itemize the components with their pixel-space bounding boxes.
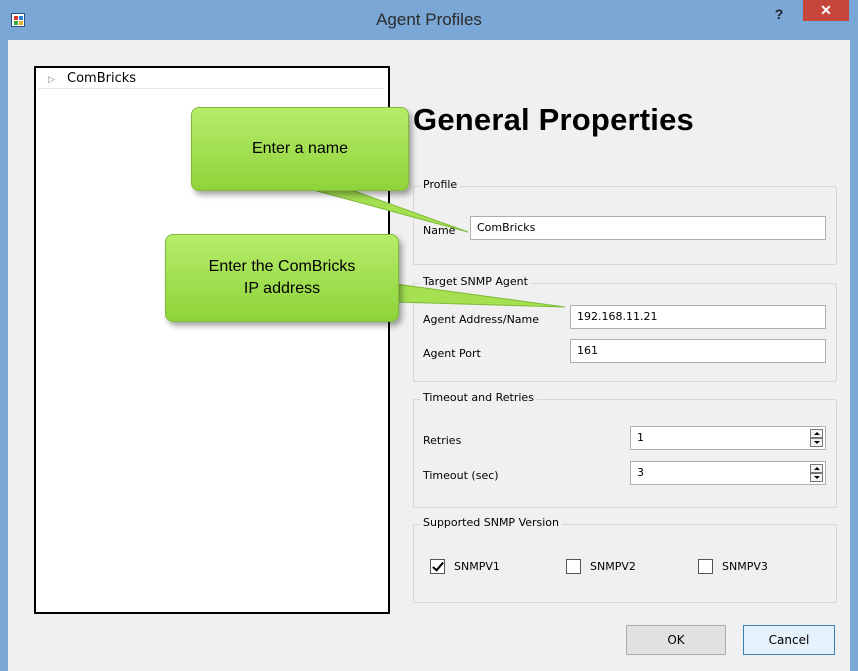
- tree-item-label: ComBricks: [67, 71, 137, 86]
- snmpv3-label: SNMPV3: [722, 560, 768, 573]
- window-title: Agent Profiles: [376, 10, 482, 29]
- agent-address-label: Agent Address/Name: [423, 313, 540, 326]
- name-field[interactable]: ComBricks: [470, 216, 826, 240]
- name-callout-text: Enter a name: [251, 140, 349, 157]
- expand-arrow-icon[interactable]: ▷: [48, 72, 58, 86]
- profile-group: Profile Name ComBricks: [413, 178, 837, 265]
- target-agent-group-title: Target SNMP Agent: [420, 275, 531, 288]
- agent-profiles-window: Agent Profiles ? ✕ ▷ ComBricks General P…: [0, 0, 858, 671]
- retries-value: 1: [637, 431, 644, 444]
- title-bar[interactable]: Agent Profiles ? ✕: [0, 0, 858, 40]
- name-label: Name: [423, 224, 456, 237]
- ip-callout: Enter the ComBricks IP address: [165, 234, 399, 322]
- snmpv1-label: SNMPV1: [454, 560, 500, 573]
- dialog-body: ▷ ComBricks General Properties Profile N…: [8, 40, 850, 671]
- timeout-value: 3: [637, 466, 644, 479]
- tree-item-combricks[interactable]: ▷ ComBricks: [38, 70, 384, 89]
- timeout-increment-icon[interactable]: [810, 464, 823, 473]
- ok-button[interactable]: OK: [626, 625, 726, 655]
- snmpv2-checkbox[interactable]: [566, 559, 581, 574]
- timeout-decrement-icon[interactable]: [810, 473, 823, 482]
- timeout-retries-group-title: Timeout and Retries: [420, 391, 537, 404]
- snmpv2-label: SNMPV2: [590, 560, 636, 573]
- help-button[interactable]: ?: [768, 4, 790, 24]
- ip-callout-line2: IP address: [243, 280, 321, 297]
- timeout-spinbox[interactable]: 3: [630, 461, 826, 485]
- snmpv3-checkbox[interactable]: [698, 559, 713, 574]
- ip-callout-line1: Enter the ComBricks: [208, 258, 356, 275]
- agent-address-field[interactable]: 192.168.11.21: [570, 305, 826, 329]
- agent-port-field[interactable]: 161: [570, 339, 826, 363]
- profile-group-title: Profile: [420, 178, 461, 191]
- retries-label: Retries: [423, 434, 462, 447]
- cancel-button[interactable]: Cancel: [743, 625, 835, 655]
- snmp-version-group: Supported SNMP Version SNMPV1 SNMPV2 SNM…: [413, 516, 837, 603]
- timeout-retries-group: Timeout and Retries Retries 1 Timeout (s…: [413, 391, 837, 508]
- retries-increment-icon[interactable]: [810, 429, 823, 438]
- page-title: General Properties: [413, 102, 694, 137]
- agent-port-label: Agent Port: [423, 347, 481, 360]
- snmp-version-group-title: Supported SNMP Version: [420, 516, 563, 529]
- close-button[interactable]: ✕: [803, 0, 849, 21]
- timeout-label: Timeout (sec): [423, 469, 499, 482]
- name-callout: Enter a name: [191, 107, 409, 191]
- target-agent-group: Target SNMP Agent Agent Address/Name 192…: [413, 275, 837, 382]
- retries-spinbox[interactable]: 1: [630, 426, 826, 450]
- snmpv1-checkbox[interactable]: [430, 559, 445, 574]
- retries-decrement-icon[interactable]: [810, 438, 823, 447]
